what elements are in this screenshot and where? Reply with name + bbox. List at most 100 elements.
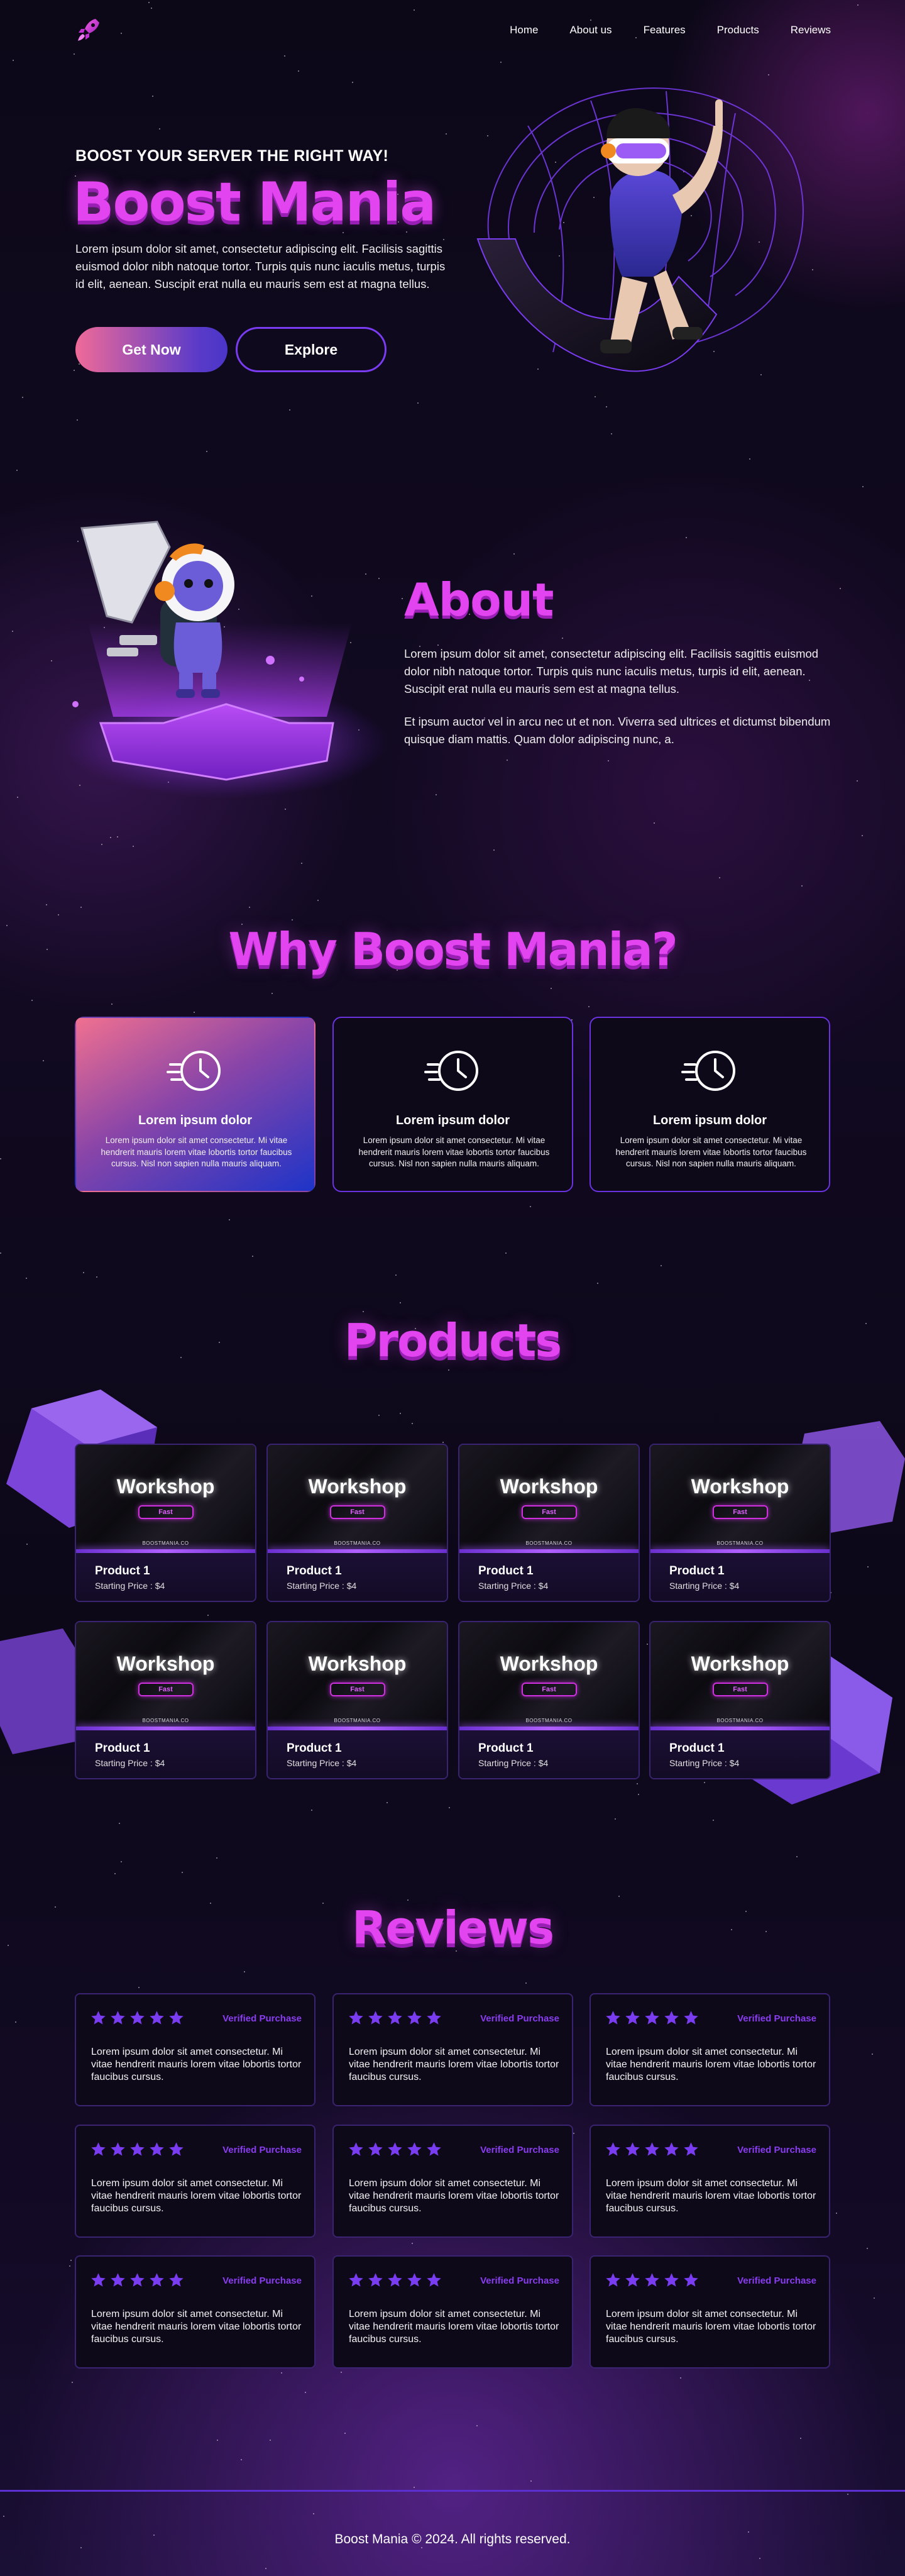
product-card[interactable]: Workshop Fast BOOSTMANIA.CO Product 1 Starti… (649, 1621, 831, 1779)
review-rating (90, 2009, 185, 2026)
star-icon (388, 2011, 402, 2025)
star-dot (138, 1987, 140, 1988)
review-rating (605, 2141, 699, 2158)
product-card[interactable]: Workshop Fast BOOSTMANIA.CO Product 1 Starti… (649, 1444, 831, 1602)
star-dot (759, 2558, 760, 2559)
why-card[interactable]: Lorem ipsum dolor Lorem ipsum dolor sit … (75, 1017, 315, 1192)
product-name: Product 1 (669, 1564, 725, 1578)
explore-button[interactable]: Explore (236, 327, 387, 372)
reviews-title: Reviews (351, 1901, 554, 1954)
star-dot (874, 2297, 875, 2299)
star-icon (169, 2273, 184, 2287)
star-dot (26, 1278, 27, 1279)
star-dot (341, 2372, 342, 2373)
product-thumbnail: Workshop Fast BOOSTMANIA.CO (268, 1445, 447, 1553)
review-text: Lorem ipsum dolor sit amet consectetur. … (91, 2309, 302, 2345)
why-card[interactable]: Lorem ipsum dolor Lorem ipsum dolor sit … (590, 1017, 830, 1192)
star-dot (421, 2547, 422, 2548)
product-fast-badge: Fast (521, 1505, 577, 1519)
review-text: Lorem ipsum dolor sit amet consectetur. … (606, 2178, 816, 2214)
product-card[interactable]: Workshop Fast BOOSTMANIA.CO Product 1 Starti… (266, 1621, 448, 1779)
star-dot (289, 409, 290, 411)
star-dot (857, 780, 858, 782)
star-dot (414, 2487, 415, 2488)
star-icon (169, 2011, 184, 2025)
star-icon (645, 2011, 659, 2025)
get-now-button[interactable]: Get Now (75, 327, 228, 372)
star-icon (606, 2273, 620, 2287)
review-text: Lorem ipsum dolor sit amet consectetur. … (91, 2047, 302, 2082)
product-card[interactable]: Workshop Fast BOOSTMANIA.CO Product 1 Starti… (266, 1444, 448, 1602)
verified-purchase-badge: Verified Purchase (222, 2013, 302, 2024)
star-dot (704, 1782, 705, 1783)
why-card-title: Lorem ipsum dolor (652, 1114, 767, 1127)
verified-purchase-badge: Verified Purchase (737, 2275, 816, 2286)
star-dot (588, 1006, 590, 1007)
product-info: Product 1 Starting Price : $4 (459, 1730, 639, 1778)
star-dot (442, 1442, 444, 1443)
product-info: Product 1 Starting Price : $4 (650, 1730, 830, 1778)
review-card: Verified Purchase Lorem ipsum dolor sit a… (75, 2125, 315, 2238)
astronaut-illustration (63, 521, 390, 799)
verified-purchase-badge: Verified Purchase (480, 2145, 559, 2155)
review-card: Verified Purchase Lorem ipsum dolor sit a… (75, 2255, 315, 2369)
star-icon (130, 2142, 145, 2156)
product-thumbnail-title: Workshop (308, 1475, 407, 1498)
why-card[interactable]: Lorem ipsum dolor Lorem ipsum dolor sit … (332, 1017, 573, 1192)
review-text: Lorem ipsum dolor sit amet consectetur. … (606, 2309, 816, 2345)
about-title: About (404, 573, 554, 626)
star-dot (46, 904, 47, 905)
star-dot (281, 2372, 282, 2374)
star-dot (270, 2440, 271, 2441)
verified-purchase-badge: Verified Purchase (480, 2013, 559, 2024)
star-dot (436, 794, 437, 795)
star-dot (43, 1060, 44, 1061)
star-icon (664, 2011, 679, 2025)
star-dot (111, 1003, 112, 1005)
nav-about-us[interactable]: About us (569, 24, 612, 36)
star-dot (0, 1158, 1, 1159)
nav-reviews[interactable]: Reviews (791, 24, 831, 36)
review-card: Verified Purchase Lorem ipsum dolor sit a… (590, 1993, 830, 2106)
star-dot (525, 1982, 527, 1984)
about-paragraph-1: Lorem ipsum dolor sit amet, consectetur … (404, 647, 819, 695)
nav-features[interactable]: Features (644, 24, 686, 36)
product-name: Product 1 (669, 1742, 725, 1755)
nav-home[interactable]: Home (510, 24, 538, 36)
product-info: Product 1 Starting Price : $4 (76, 1553, 255, 1601)
star-dot (595, 396, 596, 397)
products-title: Products (344, 1314, 562, 1367)
star-dot (417, 402, 419, 404)
product-card[interactable]: Workshop Fast BOOSTMANIA.CO Product 1 Starti… (458, 1444, 640, 1602)
star-dot (313, 2513, 314, 2514)
product-brand-mark: BOOSTMANIA.CO (716, 1718, 764, 1723)
star-dot (317, 900, 319, 901)
product-card[interactable]: Workshop Fast BOOSTMANIA.CO Product 1 Starti… (458, 1621, 640, 1779)
star-dot (749, 458, 750, 460)
why-card-text: Lorem ipsum dolor sit amet consectetur. … (358, 1136, 550, 1168)
product-card[interactable]: Workshop Fast BOOSTMANIA.CO Product 1 Starti… (75, 1444, 256, 1602)
star-dot (22, 397, 23, 398)
star-icon (625, 2011, 640, 2025)
star-icon (368, 2011, 383, 2025)
star-dot (16, 470, 18, 471)
star-icon (606, 2142, 620, 2156)
product-price: Starting Price : $4 (669, 1581, 740, 1591)
rocket-logo-icon[interactable] (74, 15, 103, 44)
product-thumbnail-title: Workshop (116, 1475, 215, 1498)
star-dot (121, 1861, 122, 1862)
star-dot (407, 1899, 409, 1901)
star-dot (530, 2480, 532, 2482)
star-dot (3, 2516, 4, 2517)
star-dot (69, 2265, 70, 2267)
nav-products[interactable]: Products (717, 24, 759, 36)
product-info: Product 1 Starting Price : $4 (268, 1730, 447, 1778)
product-thumbnail: Workshop Fast BOOSTMANIA.CO (650, 1622, 830, 1730)
star-dot (551, 988, 552, 989)
product-price: Starting Price : $4 (669, 1758, 740, 1768)
product-name: Product 1 (287, 1742, 342, 1755)
product-card[interactable]: Workshop Fast BOOSTMANIA.CO Product 1 Starti… (75, 1621, 256, 1779)
product-thumbnail: Workshop Fast BOOSTMANIA.CO (650, 1445, 830, 1553)
star-dot (216, 1857, 217, 1859)
product-name: Product 1 (478, 1742, 534, 1755)
